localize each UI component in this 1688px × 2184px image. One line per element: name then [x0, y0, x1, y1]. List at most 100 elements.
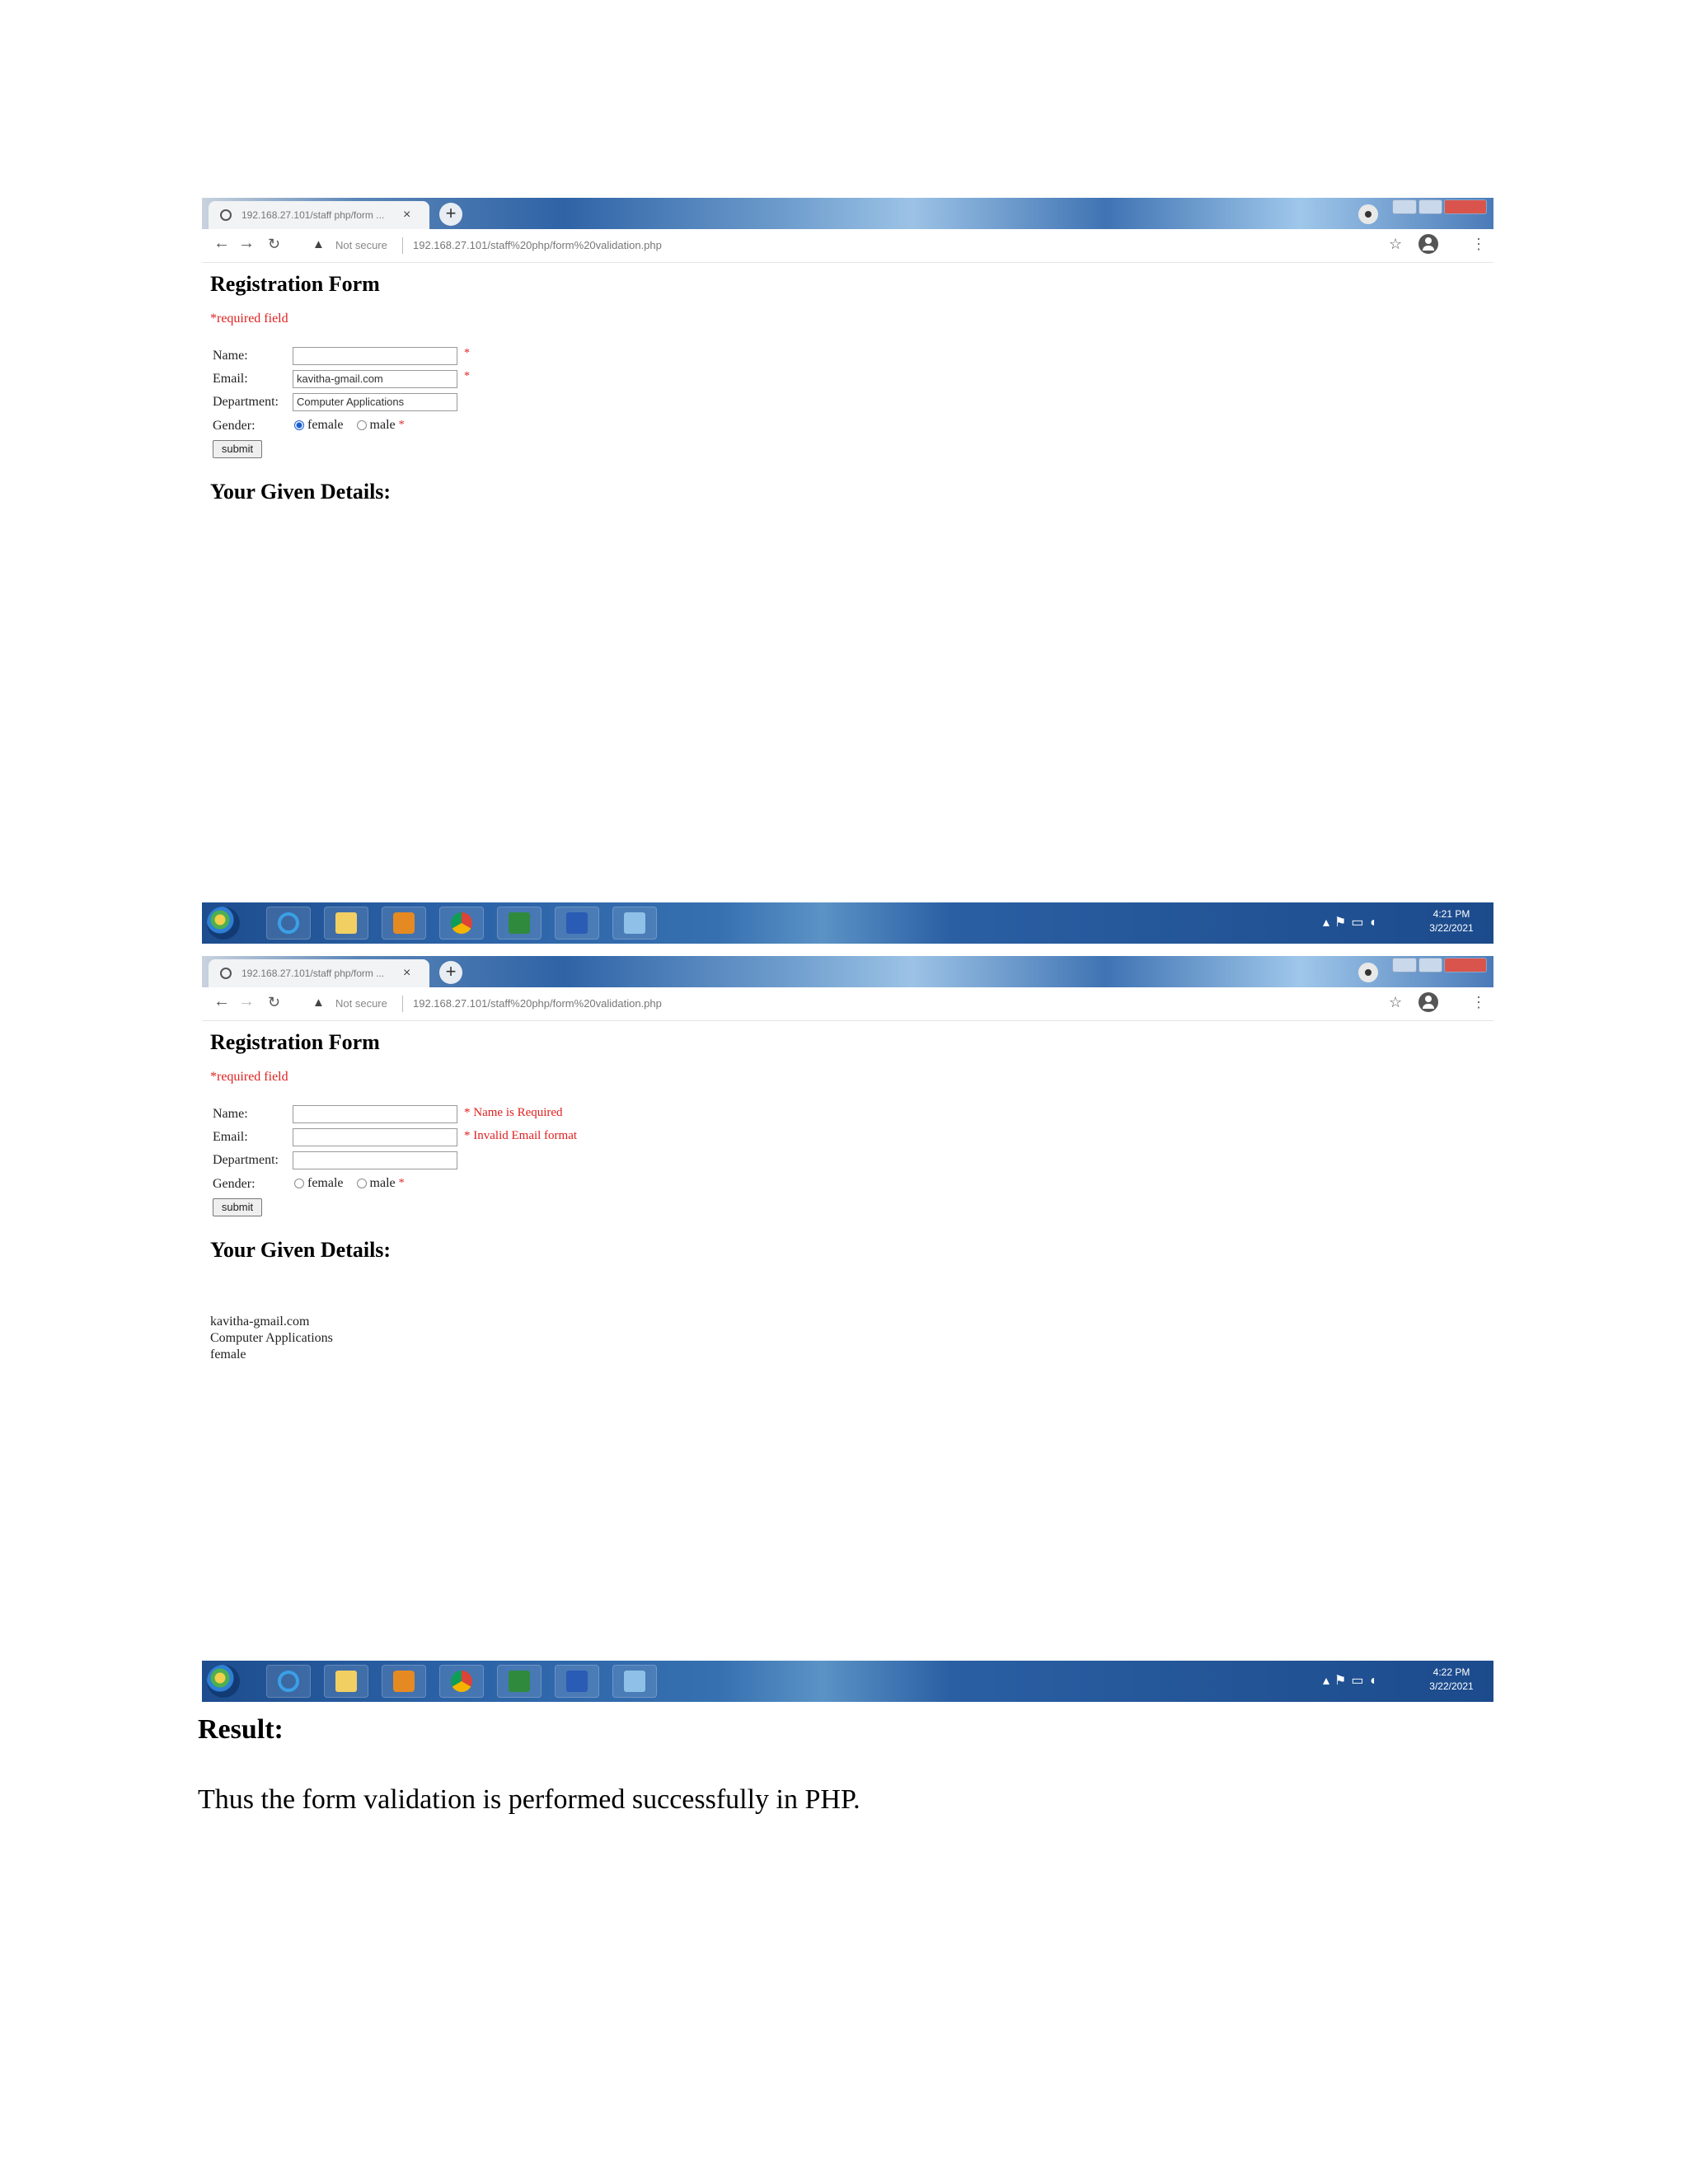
app-icon[interactable]: [612, 1665, 657, 1698]
taskbar: ▴⚑▭◖ 4:21 PM 3/22/2021: [202, 902, 1493, 944]
address-bar[interactable]: 192.168.27.101/staff%20php/form%20valida…: [413, 239, 662, 251]
spreadsheet-icon[interactable]: [497, 907, 542, 940]
maximize-button[interactable]: [1418, 199, 1443, 214]
warning-icon[interactable]: ▲: [312, 996, 325, 1010]
reload-icon[interactable]: ↻: [268, 236, 280, 253]
word-processor-icon[interactable]: [555, 1665, 599, 1698]
app-icon[interactable]: [612, 907, 657, 940]
submit-button[interactable]: submit: [213, 1198, 262, 1216]
minimize-button[interactable]: [1392, 958, 1417, 972]
chrome-icon[interactable]: [439, 907, 484, 940]
taskbar-clock[interactable]: 4:22 PM 3/22/2021: [1418, 1666, 1484, 1694]
email-field[interactable]: kavitha-gmail.com: [293, 370, 457, 388]
submit-button[interactable]: submit: [213, 440, 262, 458]
warning-icon[interactable]: ▲: [312, 237, 325, 251]
internet-explorer-icon[interactable]: [266, 1665, 311, 1698]
new-tab-button[interactable]: +: [439, 203, 462, 226]
gender-required-marker: *: [398, 419, 405, 431]
internet-explorer-icon[interactable]: [266, 907, 311, 940]
spreadsheet-icon[interactable]: [497, 1665, 542, 1698]
account-icon[interactable]: [1418, 992, 1438, 1012]
maximize-button[interactable]: [1418, 958, 1443, 972]
browser-tab[interactable]: 192.168.27.101/staff php/form ... ×: [209, 201, 429, 229]
female-radio[interactable]: [294, 1179, 304, 1188]
extension-icon[interactable]: [1358, 204, 1378, 224]
start-button-icon[interactable]: [207, 1665, 240, 1698]
not-secure-label[interactable]: Not secure: [335, 239, 387, 251]
menu-kebab-icon[interactable]: ⋮: [1471, 994, 1486, 1011]
media-player-icon[interactable]: [382, 907, 426, 940]
system-tray-icons[interactable]: ▴⚑▭◖: [1323, 1672, 1381, 1689]
email-label: Email:: [213, 1130, 248, 1144]
female-option-label: female: [307, 1176, 344, 1190]
department-field[interactable]: Computer Applications: [293, 393, 457, 411]
name-field[interactable]: [293, 1105, 457, 1123]
extension-icon[interactable]: [1358, 963, 1378, 982]
globe-icon: [220, 209, 232, 221]
account-icon[interactable]: [1418, 234, 1438, 254]
file-explorer-icon[interactable]: [324, 1665, 368, 1698]
back-arrow-icon[interactable]: ←: [213, 234, 230, 253]
forward-arrow-icon[interactable]: →: [238, 992, 255, 1011]
forward-arrow-icon[interactable]: →: [238, 234, 255, 253]
gender-label: Gender:: [213, 1177, 256, 1191]
page-content: Registration Form *required field Name: …: [202, 1022, 1493, 1661]
clock-date: 3/22/2021: [1429, 1680, 1474, 1692]
word-processor-icon[interactable]: [555, 907, 599, 940]
browser-screenshot-1: 192.168.27.101/staff php/form ... × + ← …: [202, 198, 1493, 944]
detail-email: kavitha-gmail.com: [210, 1315, 310, 1329]
tab-strip: 192.168.27.101/staff php/form ... × +: [202, 198, 1493, 229]
name-field[interactable]: [293, 347, 457, 365]
chrome-icon[interactable]: [439, 1665, 484, 1698]
taskbar-clock[interactable]: 4:21 PM 3/22/2021: [1418, 907, 1484, 935]
department-field[interactable]: [293, 1151, 457, 1169]
department-label: Department:: [213, 1153, 279, 1167]
bookmark-star-icon[interactable]: ☆: [1389, 236, 1402, 253]
tab-close-button[interactable]: ×: [403, 966, 410, 981]
new-tab-button[interactable]: +: [439, 961, 462, 984]
male-option-label: male: [369, 1176, 396, 1190]
email-field[interactable]: [293, 1128, 457, 1146]
page-content: Registration Form *required field Name: …: [202, 264, 1493, 902]
page-title: Registration Form: [210, 1030, 380, 1054]
address-divider: [402, 996, 403, 1012]
clock-date: 3/22/2021: [1429, 922, 1474, 934]
name-label: Name:: [213, 349, 248, 363]
detail-gender: female: [210, 1347, 246, 1361]
not-secure-label[interactable]: Not secure: [335, 997, 387, 1010]
conclusion-text: Thus the form validation is performed su…: [198, 1784, 860, 1815]
media-player-icon[interactable]: [382, 1665, 426, 1698]
globe-icon: [220, 968, 232, 979]
back-arrow-icon[interactable]: ←: [213, 992, 230, 1011]
start-button-icon[interactable]: [207, 907, 240, 940]
gender-group: female male *: [294, 418, 405, 433]
required-note: *required field: [210, 1070, 288, 1084]
tab-close-button[interactable]: ×: [403, 208, 410, 223]
email-label: Email:: [213, 372, 248, 386]
file-explorer-icon[interactable]: [324, 907, 368, 940]
system-tray-icons[interactable]: ▴⚑▭◖: [1323, 914, 1381, 930]
male-radio[interactable]: [356, 1179, 367, 1188]
window-controls: [1392, 958, 1489, 972]
browser-toolbar: ← → ↻ ▲ Not secure 192.168.27.101/staff%…: [202, 987, 1493, 1021]
bookmark-star-icon[interactable]: ☆: [1389, 994, 1402, 1011]
given-details: kavitha-gmail.com Computer Applications …: [210, 1314, 333, 1363]
name-error: * Name is Required: [464, 1106, 563, 1119]
result-heading: Result:: [198, 1714, 284, 1745]
email-error: *: [464, 370, 470, 382]
reload-icon[interactable]: ↻: [268, 994, 280, 1011]
close-window-button[interactable]: [1444, 199, 1487, 214]
tab-strip: 192.168.27.101/staff php/form ... × +: [202, 956, 1493, 987]
male-option-label: male: [369, 418, 396, 432]
tab-title: 192.168.27.101/staff php/form ...: [241, 209, 385, 221]
male-radio[interactable]: [356, 420, 367, 430]
menu-kebab-icon[interactable]: ⋮: [1471, 236, 1486, 253]
minimize-button[interactable]: [1392, 199, 1417, 214]
clock-time: 4:22 PM: [1432, 1666, 1470, 1678]
close-window-button[interactable]: [1444, 958, 1487, 972]
address-bar[interactable]: 192.168.27.101/staff%20php/form%20valida…: [413, 997, 662, 1010]
browser-tab[interactable]: 192.168.27.101/staff php/form ... ×: [209, 959, 429, 987]
name-label: Name:: [213, 1107, 248, 1121]
female-radio[interactable]: [294, 420, 304, 430]
gender-label: Gender:: [213, 419, 256, 433]
